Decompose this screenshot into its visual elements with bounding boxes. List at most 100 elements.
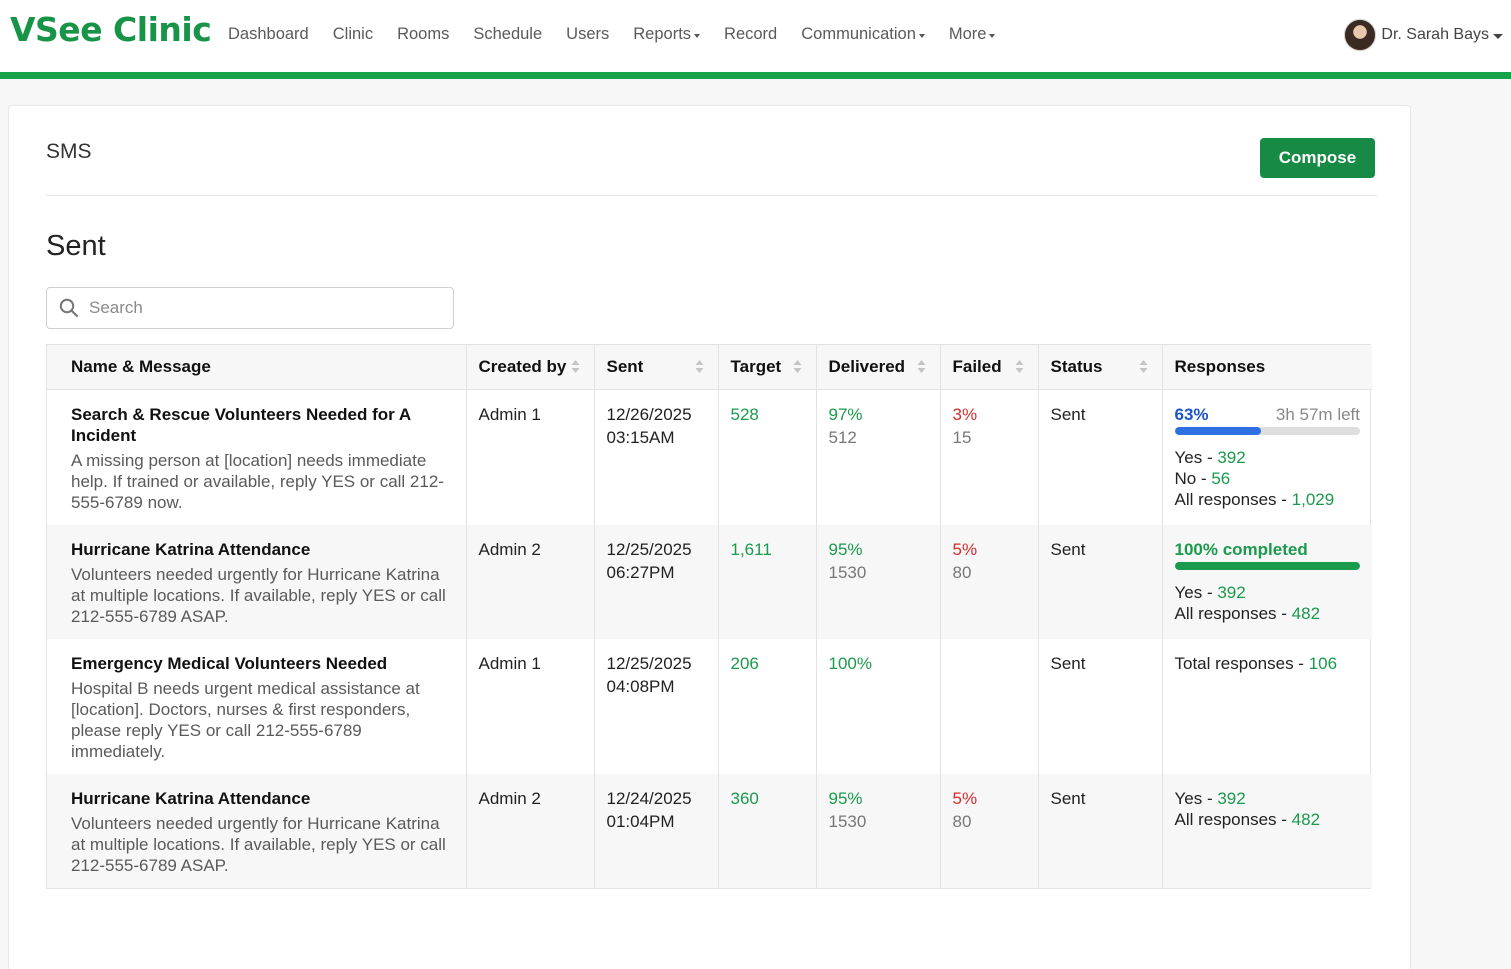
- message-body: A missing person at [location] needs imm…: [71, 450, 444, 512]
- compose-button[interactable]: Compose: [1260, 138, 1375, 178]
- cell-status: Sent: [1038, 773, 1163, 888]
- table-row[interactable]: Emergency Medical Volunteers Needed Hospi…: [47, 638, 1372, 774]
- status-text: Sent: [1050, 653, 1086, 673]
- chevron-down-icon: [1493, 33, 1503, 39]
- cell-status: Sent: [1038, 524, 1163, 639]
- response-line-label: Yes -: [1174, 447, 1218, 467]
- column-header-label: Created by: [478, 356, 567, 376]
- response-line: All responses - 1,029: [1175, 489, 1361, 510]
- column-header-label: Sent: [606, 356, 644, 376]
- cell-target: 360: [718, 773, 817, 888]
- column-header-label: Responses: [1174, 356, 1266, 376]
- delivered-count: 1530: [828, 811, 867, 831]
- response-line: Yes - 392: [1175, 447, 1361, 468]
- response-time-left: 3h 57m left: [1275, 404, 1360, 424]
- cell-created-by: Admin 2: [466, 773, 595, 888]
- cell-sent: 12/24/2025 01:04PM: [594, 773, 719, 888]
- sort-icon[interactable]: [695, 359, 704, 374]
- cell-delivered: 95% 1530: [816, 773, 941, 888]
- status-text: Sent: [1050, 788, 1086, 808]
- cell-name-message: Emergency Medical Volunteers Needed Hospi…: [47, 638, 467, 774]
- cell-responses: 100% completed Yes - 392 All responses - 4…: [1162, 524, 1372, 639]
- response-progress-header: 63% 3h 57m left: [1175, 404, 1361, 425]
- caret-down-icon: [694, 33, 701, 38]
- sort-icon[interactable]: [917, 359, 926, 374]
- message-title[interactable]: Hurricane Katrina Attendance: [71, 539, 454, 560]
- column-header-status[interactable]: Status: [1038, 345, 1163, 390]
- message-title[interactable]: Search & Rescue Volunteers Needed for A …: [71, 404, 454, 446]
- response-progress-fill: [1174, 426, 1262, 435]
- search-input[interactable]: [89, 298, 429, 318]
- response-progress-header: 100% completed: [1175, 539, 1361, 560]
- nav-item-users[interactable]: Users: [566, 25, 609, 44]
- column-header-sent[interactable]: Sent: [594, 345, 719, 390]
- nav-item-schedule[interactable]: Schedule: [473, 25, 542, 44]
- sort-icon[interactable]: [1139, 359, 1148, 374]
- column-header-failed[interactable]: Failed: [940, 345, 1039, 390]
- message-title[interactable]: Emergency Medical Volunteers Needed: [71, 653, 454, 674]
- failed-percent: 5%: [952, 539, 978, 559]
- sort-icon[interactable]: [1015, 359, 1024, 374]
- column-header-delivered[interactable]: Delivered: [816, 345, 941, 390]
- sent-date: 12/24/2025: [606, 788, 692, 808]
- table-row[interactable]: Search & Rescue Volunteers Needed for A …: [47, 389, 1372, 525]
- sent-time: 04:08PM: [606, 676, 675, 696]
- message-body: Volunteers needed urgently for Hurricane…: [71, 813, 446, 875]
- sort-icon[interactable]: [571, 359, 580, 374]
- clinic-logo[interactable]: VSee Clinic: [10, 10, 212, 49]
- nav-item-reports[interactable]: Reports: [633, 25, 701, 44]
- column-header-label: Delivered: [828, 356, 906, 376]
- cell-responses: Total responses - 106: [1162, 639, 1372, 774]
- target-count: 206: [730, 653, 759, 673]
- cell-failed: 3% 15: [940, 389, 1039, 525]
- cell-responses: Yes - 392 All responses - 482: [1162, 773, 1372, 888]
- created-by: Admin 2: [478, 539, 541, 559]
- response-line-value: 392: [1217, 582, 1246, 602]
- response-line-value: 56: [1211, 468, 1231, 488]
- response-line: No - 56: [1175, 468, 1361, 489]
- navbar-accent-line: [0, 72, 1511, 79]
- response-line-label: All responses -: [1174, 809, 1292, 829]
- search-box[interactable]: [46, 287, 454, 329]
- delivered-percent: 95%: [828, 539, 863, 559]
- nav-item-label: Communication: [801, 25, 916, 43]
- response-line-label: Total responses -: [1174, 653, 1309, 673]
- message-title[interactable]: Hurricane Katrina Attendance: [71, 788, 454, 809]
- cell-sent: 12/25/2025 06:27PM: [594, 524, 719, 639]
- cell-delivered: 100%: [816, 638, 941, 774]
- cell-delivered: 97% 512: [816, 389, 941, 525]
- sent-time: 06:27PM: [606, 562, 675, 582]
- cell-name-message: Hurricane Katrina Attendance Volunteers n…: [47, 773, 467, 888]
- sms-card: SMS Compose Sent Name & Message Created b…: [8, 105, 1411, 969]
- cell-failed: 5% 80: [940, 524, 1039, 639]
- divider: [46, 195, 1377, 196]
- nav-item-label: Rooms: [397, 25, 450, 43]
- nav-item-more[interactable]: More: [949, 25, 996, 44]
- nav-item-label: Dashboard: [228, 25, 309, 43]
- response-line-label: Yes -: [1174, 582, 1218, 602]
- column-header-created-by[interactable]: Created by: [466, 345, 595, 390]
- response-line-value: 392: [1217, 788, 1246, 808]
- nav-item-clinic[interactable]: Clinic: [333, 25, 373, 44]
- nav-item-rooms[interactable]: Rooms: [397, 25, 449, 44]
- table-row[interactable]: Hurricane Katrina Attendance Volunteers n…: [47, 524, 1372, 639]
- nav-item-label: Record: [724, 25, 778, 43]
- cell-failed: [940, 638, 1039, 774]
- table-row[interactable]: Hurricane Katrina Attendance Volunteers n…: [47, 773, 1372, 888]
- response-line-value: 1,029: [1291, 489, 1335, 509]
- nav-item-communication[interactable]: Communication: [801, 25, 925, 44]
- main-nav: Dashboard Clinic Rooms Schedule Users Reports…: [228, 25, 1019, 44]
- cell-sent: 12/26/2025 03:15AM: [594, 389, 719, 525]
- sent-time: 01:04PM: [606, 811, 675, 831]
- response-line-value: 106: [1308, 653, 1338, 673]
- nav-item-dashboard[interactable]: Dashboard: [228, 25, 309, 44]
- nav-item-record[interactable]: Record: [724, 25, 777, 44]
- response-line-label: All responses -: [1174, 603, 1292, 623]
- user-name: Dr. Sarah Bays: [1381, 26, 1489, 43]
- response-line: All responses - 482: [1175, 603, 1361, 624]
- table-body: Search & Rescue Volunteers Needed for A …: [47, 389, 1372, 888]
- delivered-percent: 100%: [828, 653, 872, 673]
- user-menu[interactable]: Dr. Sarah Bays: [1344, 19, 1503, 51]
- sort-icon[interactable]: [793, 359, 802, 374]
- column-header-target[interactable]: Target: [718, 345, 817, 390]
